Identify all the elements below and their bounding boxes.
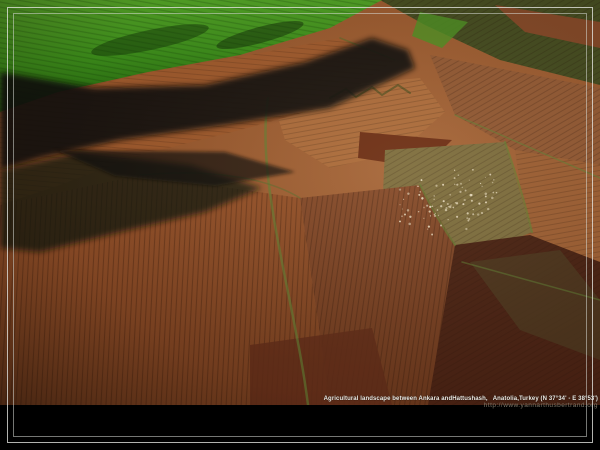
caption-url: http://www.yannarthusbertrand.org [324, 403, 598, 409]
photo-caption: Agricultural landscape between Ankara an… [324, 396, 598, 409]
aerial-photo [0, 0, 600, 405]
photo-frame: Agricultural landscape between Ankara an… [0, 0, 600, 450]
vignette-overlay [0, 0, 600, 405]
